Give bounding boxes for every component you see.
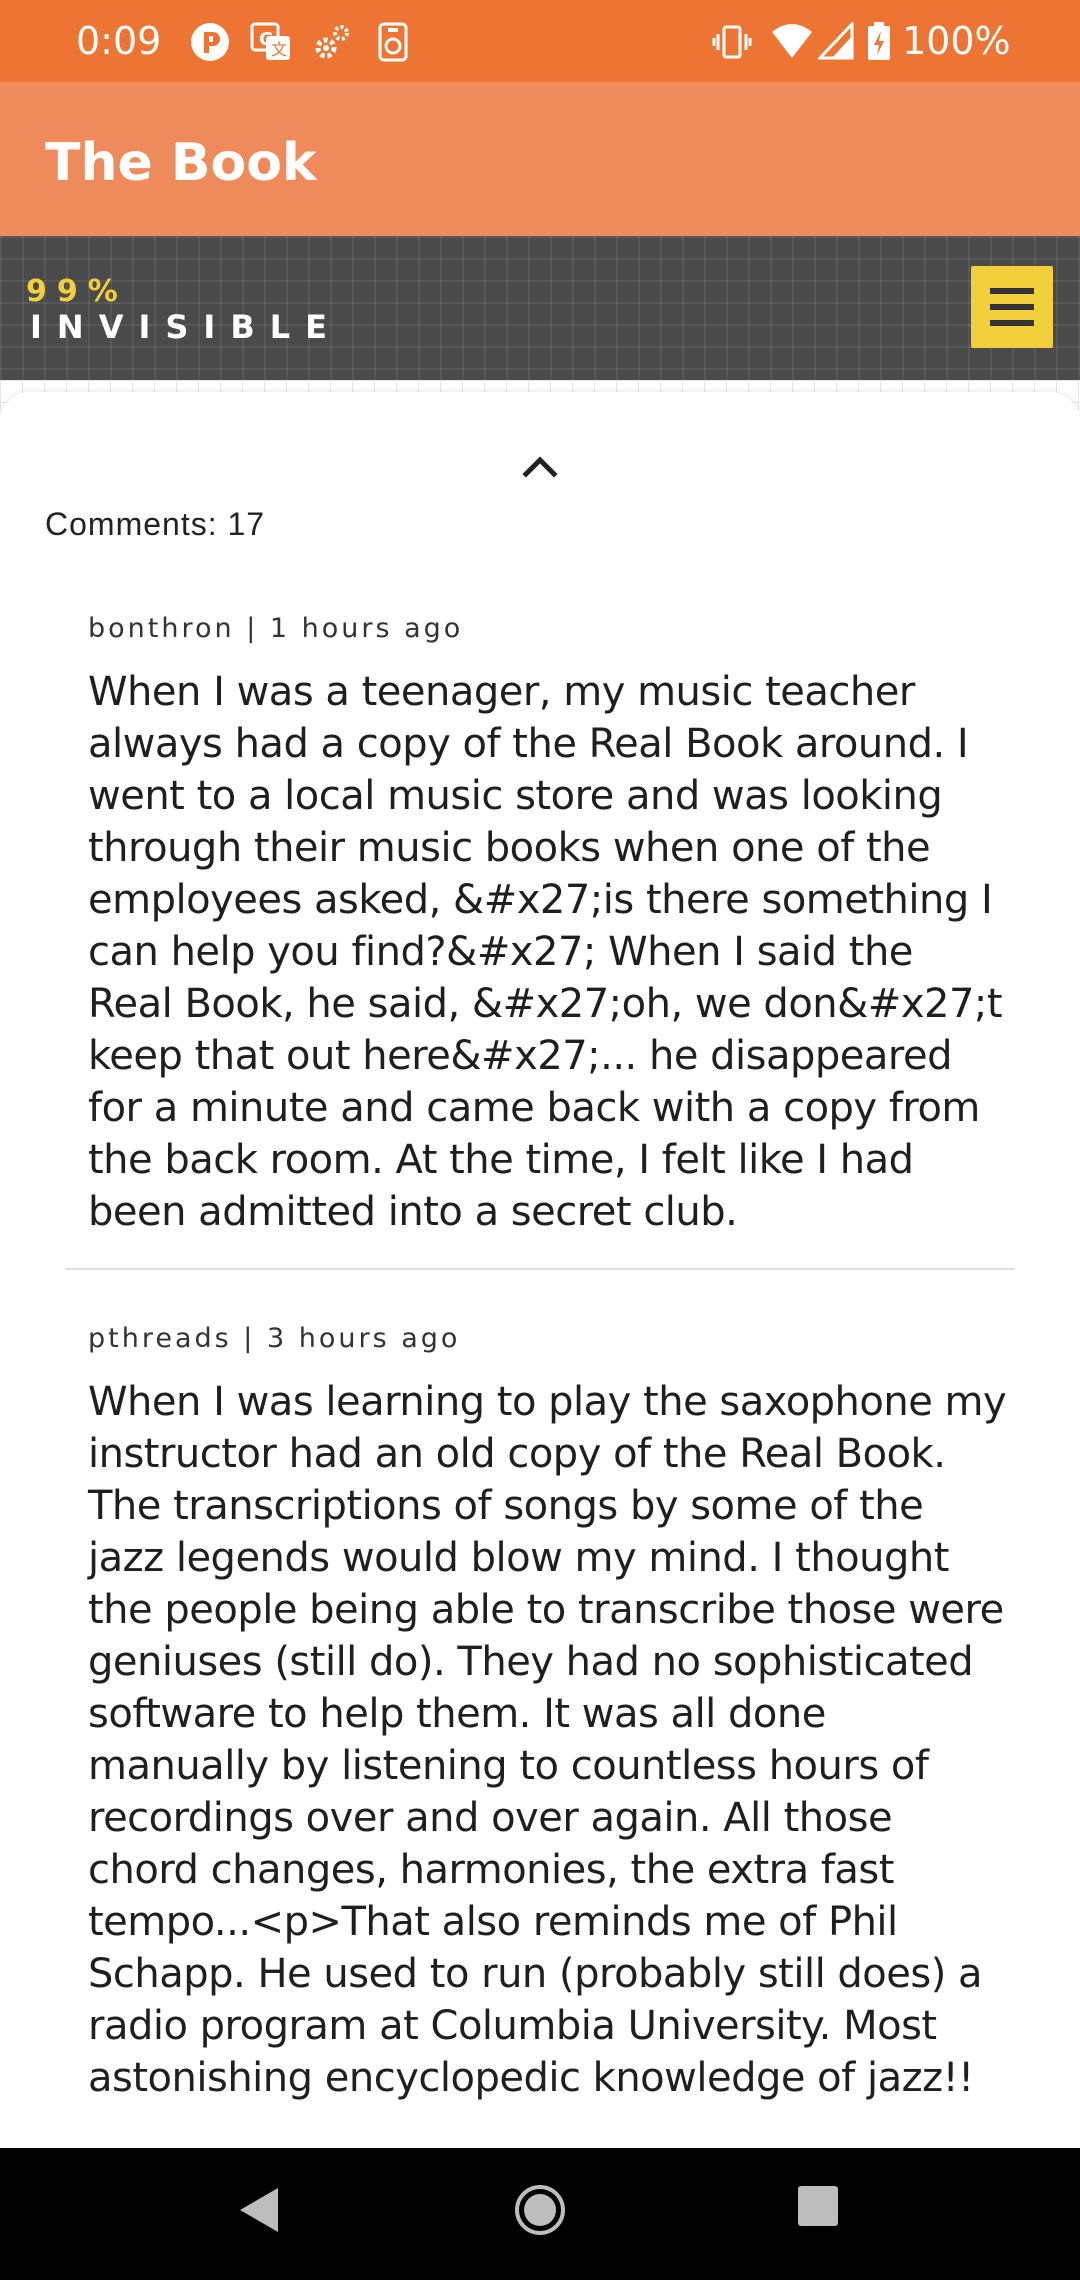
svg-text:文: 文	[271, 40, 287, 59]
settings-gear-icon	[312, 22, 352, 67]
recents-button[interactable]	[796, 2184, 840, 2233]
comment-divider	[66, 1268, 1014, 1270]
status-time: 0:09	[76, 19, 162, 63]
logo-wordmark: INVISIBLE	[30, 308, 342, 346]
chevron-up-icon[interactable]	[520, 452, 560, 487]
comment-meta: pthreads | 3 hours ago	[88, 1323, 461, 1354]
translate-icon: G文	[250, 22, 292, 67]
voice-record-icon	[378, 22, 408, 67]
signal-icon	[816, 20, 854, 67]
vibrate-icon	[712, 22, 752, 67]
comment-meta: bonthron | 1 hours ago	[88, 613, 464, 644]
wifi-icon	[770, 22, 814, 67]
comments-panel: Comments: 17 bonthron | 1 hours ago When…	[0, 392, 1080, 2148]
back-button[interactable]	[236, 2184, 282, 2241]
app-title: The Book	[45, 133, 317, 193]
comments-count: Comments: 17	[45, 506, 266, 542]
site-header: 99% INVISIBLE	[0, 236, 1080, 380]
home-button[interactable]	[514, 2184, 566, 2241]
comment-item: bonthron | 1 hours ago When I was a teen…	[88, 612, 1008, 1238]
app-bar: The Book	[0, 82, 1080, 236]
battery-icon	[866, 22, 892, 67]
comment-item: pthreads | 3 hours ago When I was learni…	[88, 1322, 1008, 2104]
menu-button[interactable]	[971, 266, 1053, 348]
system-nav-bar	[0, 2148, 1080, 2280]
comment-body: When I was a teenager, my music teacher …	[88, 669, 1003, 1235]
status-bar: 0:09 G文 100%	[0, 0, 1080, 82]
logo-percentage: 99%	[26, 274, 128, 309]
battery-percentage: 100%	[902, 19, 1011, 63]
comment-body: When I was learning to play the saxophon…	[88, 1379, 1007, 2101]
p-circle-icon	[190, 22, 230, 67]
